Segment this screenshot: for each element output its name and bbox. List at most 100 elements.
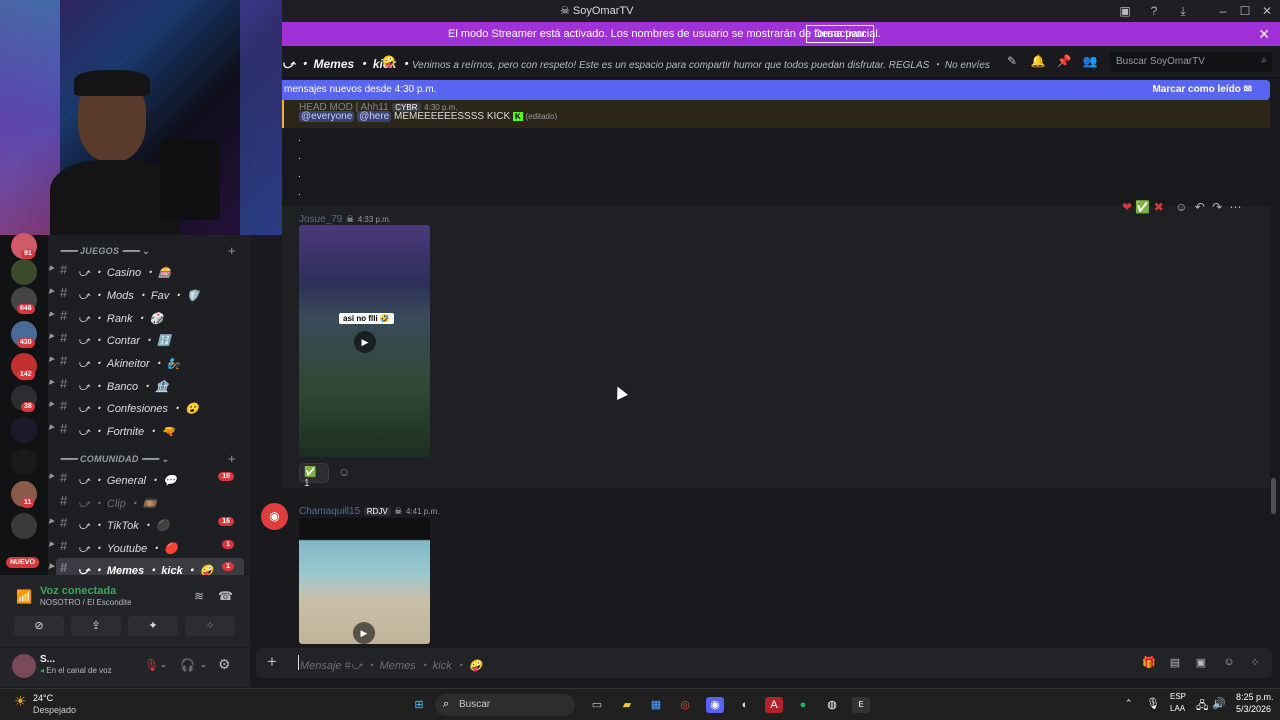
gear-icon[interactable]: ⚙ bbox=[218, 656, 231, 673]
message-input[interactable]: Mensaje #⤻ ・ Memes ・ kick ・ 🤪 bbox=[300, 657, 483, 673]
mark-read-button[interactable]: Marcar como leído ✉ bbox=[1152, 84, 1252, 95]
add-attachment-icon[interactable]: + bbox=[267, 652, 277, 672]
new-messages-bar[interactable]: mensajes nuevos desde 4:30 p.m. Marcar c… bbox=[282, 80, 1270, 100]
category-comunidad[interactable]: ━━━ COMUNIDAD ━━━ ⌄ bbox=[60, 454, 169, 465]
download-icon[interactable]: ⤓ bbox=[1174, 3, 1192, 19]
more-icon[interactable]: ⋯ bbox=[1230, 200, 1242, 214]
check-icon[interactable]: ✅ bbox=[1135, 200, 1150, 214]
video-attachment[interactable]: ▶ bbox=[299, 518, 430, 644]
channel-casino[interactable]: ▶ # ⤻ ・ Casino ・ 🎰 bbox=[49, 260, 244, 280]
inbox-icon[interactable]: ▣ bbox=[1116, 3, 1134, 19]
cross-icon[interactable]: ✖ bbox=[1154, 200, 1164, 214]
weather-icon[interactable]: ☀ bbox=[14, 693, 27, 710]
search-input[interactable]: Buscar SoyOmarTV ⌕ bbox=[1110, 52, 1272, 72]
server-icon[interactable] bbox=[11, 417, 37, 443]
language-bottom[interactable]: LAA bbox=[1170, 704, 1185, 713]
add-reaction-icon[interactable]: ☺ bbox=[338, 465, 350, 479]
clock-time[interactable]: 8:25 p.m. bbox=[1236, 692, 1274, 702]
taskbar-search[interactable]: ⌕ Buscar bbox=[435, 694, 575, 716]
add-reaction-icon[interactable]: ☺ bbox=[1175, 200, 1187, 214]
server-icon[interactable]: 91 bbox=[11, 233, 37, 259]
minimize-button[interactable]: – bbox=[1214, 3, 1232, 19]
channel-rank[interactable]: ▶ # ⤻ ・ Rank ・ 🎲 bbox=[49, 306, 244, 326]
soundboard-button[interactable]: ✧ bbox=[185, 616, 235, 636]
discord-icon[interactable]: ◉ bbox=[706, 697, 724, 713]
close-icon[interactable]: ✕ bbox=[1258, 26, 1270, 43]
store-icon[interactable]: ▦ bbox=[647, 697, 665, 713]
gif-icon[interactable]: ▤ bbox=[1168, 656, 1182, 670]
chrome-icon[interactable]: ◎ bbox=[676, 697, 694, 713]
volume-icon[interactable]: 🔊 bbox=[1212, 697, 1226, 710]
emoji-icon[interactable]: ☺ bbox=[1222, 656, 1236, 670]
channel-banco[interactable]: ▶ # ⤻ ・ Banco ・ 🏦 bbox=[49, 374, 244, 394]
threads-icon[interactable]: ✎ bbox=[1004, 54, 1020, 70]
chevron-down-icon[interactable]: ⌄ bbox=[160, 660, 167, 669]
channel-youtube[interactable]: ▶ # ⤻ ・ Youtube ・ 🔴 1 bbox=[49, 536, 244, 556]
channel-general[interactable]: ▶ # ⤻ ・ General ・ 💬 10 bbox=[49, 468, 244, 488]
server-icon[interactable] bbox=[11, 513, 37, 539]
adobe-icon[interactable]: A bbox=[765, 697, 783, 713]
heart-icon[interactable]: ❤ bbox=[1122, 200, 1132, 214]
pin-icon[interactable]: 📌 bbox=[1056, 54, 1072, 70]
server-icon[interactable]: 11 bbox=[11, 481, 37, 508]
server-icon[interactable]: 38 bbox=[11, 385, 37, 412]
network-icon[interactable]: 🖧 bbox=[1196, 697, 1208, 716]
gift-icon[interactable]: 🎁 bbox=[1142, 656, 1156, 670]
members-icon[interactable]: 👥 bbox=[1082, 54, 1098, 70]
reaction-check[interactable]: ✅ 1 bbox=[299, 463, 329, 489]
reply-icon[interactable]: ↶ bbox=[1195, 200, 1205, 214]
apps-icon[interactable]: ⁘ bbox=[1248, 656, 1262, 670]
mic-icon[interactable]: 🎙 bbox=[1146, 697, 1160, 710]
avatar[interactable]: ◉ bbox=[261, 503, 288, 530]
play-icon[interactable]: ▶ bbox=[354, 331, 376, 353]
message-composer[interactable]: + Mensaje #⤻ ・ Memes ・ kick ・ 🤪 🎁 ▤ ▣ ☺ … bbox=[256, 648, 1272, 678]
obs-icon[interactable]: ◍ bbox=[823, 697, 841, 713]
bell-icon[interactable]: 🔔 bbox=[1030, 54, 1046, 70]
sticker-icon[interactable]: ▣ bbox=[1194, 656, 1208, 670]
spotify-icon[interactable]: ● bbox=[794, 697, 812, 713]
add-channel-icon[interactable]: + bbox=[228, 243, 236, 258]
server-icon[interactable]: 142 bbox=[11, 353, 37, 380]
message-author[interactable]: Josue_79 bbox=[299, 214, 342, 225]
server-icon[interactable] bbox=[11, 449, 37, 475]
channel-tiktok[interactable]: ▶ # ⤻ ・ TikTok ・ ⚫ 16 bbox=[49, 513, 244, 533]
channel-akineitor[interactable]: ▶ # ⤻ ・ Akineitor ・ 🧞 bbox=[49, 351, 244, 371]
disable-streamer-button[interactable]: Desactivar bbox=[806, 25, 874, 43]
epic-games-icon[interactable]: E bbox=[852, 697, 870, 713]
category-juegos[interactable]: ━━━ JUEGOS ━━━ ⌄ bbox=[60, 246, 150, 257]
scrollbar[interactable] bbox=[1271, 478, 1276, 514]
task-view-icon[interactable]: ▭ bbox=[588, 697, 606, 713]
activities-button[interactable]: ✦ bbox=[128, 616, 178, 636]
maximize-button[interactable]: ☐ bbox=[1236, 3, 1254, 19]
message-author[interactable]: Chamaquill15 bbox=[299, 506, 360, 517]
voice-location[interactable]: NOSOTRO / El Escondite bbox=[40, 598, 132, 607]
windows-start-icon[interactable]: ⊞ bbox=[410, 697, 428, 713]
help-icon[interactable]: ? bbox=[1145, 3, 1163, 19]
server-icon[interactable]: 646 bbox=[11, 287, 37, 314]
app-icon[interactable]: ◐ bbox=[736, 697, 754, 713]
mention-everyone[interactable]: @everyone bbox=[299, 111, 355, 122]
forward-icon[interactable]: ↷ bbox=[1212, 200, 1222, 214]
channel-confesiones[interactable]: ▶ # ⤻ ・ Confesiones ・ 😮 bbox=[49, 396, 244, 416]
voice-status[interactable]: Voz conectada bbox=[40, 585, 116, 597]
screenshare-button[interactable]: ⇪ bbox=[71, 616, 121, 636]
play-icon[interactable]: ▶ bbox=[353, 622, 375, 644]
language-top[interactable]: ESP bbox=[1170, 692, 1186, 701]
server-icon[interactable] bbox=[11, 259, 37, 285]
add-channel-icon[interactable]: + bbox=[228, 451, 236, 466]
chevron-up-icon[interactable]: ⌃ bbox=[1125, 698, 1133, 709]
avatar[interactable] bbox=[12, 654, 36, 678]
channel-clip[interactable]: # ⤻ ・ Clip ・ 🎞️ bbox=[56, 491, 244, 511]
user-name[interactable]: S... bbox=[40, 654, 55, 665]
chevron-down-icon[interactable]: ⌄ bbox=[200, 660, 207, 669]
soundwave-icon[interactable]: ≋ bbox=[194, 589, 204, 603]
message-list[interactable]: HEAD MOD | Ahh11 CYBR 4:30 p.m. @everyon… bbox=[250, 100, 1270, 644]
channel-topic[interactable]: Venimos a reírnos, pero con respeto! Est… bbox=[412, 56, 992, 71]
channel-contar[interactable]: ▶ # ⤻ ・ Contar ・ 🔢 bbox=[49, 328, 244, 348]
mic-muted-icon[interactable]: 🎙 bbox=[144, 658, 159, 672]
server-icon[interactable]: 430 bbox=[11, 321, 37, 348]
mention-here[interactable]: @here bbox=[357, 111, 392, 122]
close-window-button[interactable]: ✕ bbox=[1258, 3, 1276, 19]
clock-date[interactable]: 5/3/2026 bbox=[1236, 704, 1271, 714]
camera-toggle[interactable]: ⊘ bbox=[14, 616, 64, 636]
